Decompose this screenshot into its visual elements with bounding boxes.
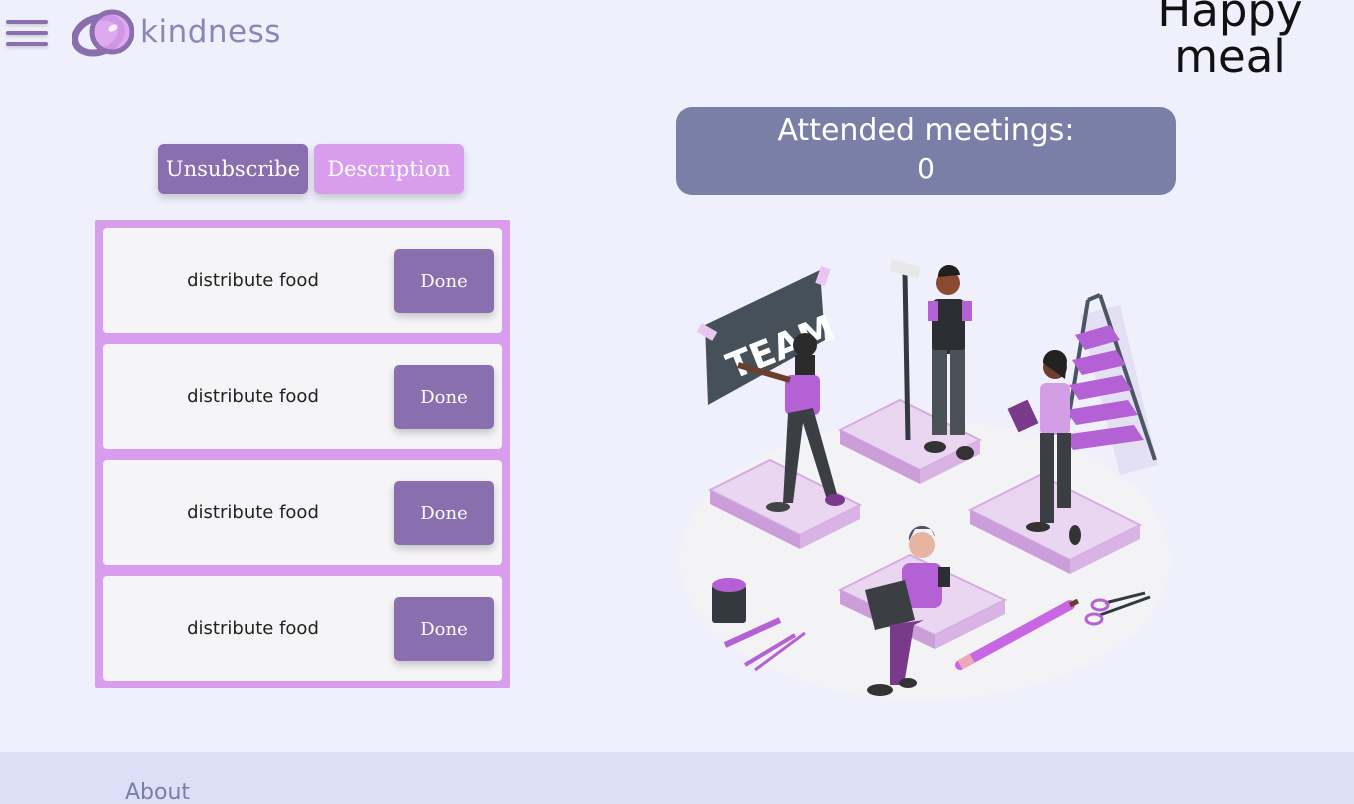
task-text: distribute food xyxy=(187,270,319,291)
attended-meetings-label: Attended meetings: xyxy=(777,113,1075,148)
done-button[interactable]: Done xyxy=(394,249,494,313)
page-title: Happy meal xyxy=(1130,0,1330,80)
action-buttons: Unsubscribe Description xyxy=(158,144,464,194)
done-button[interactable]: Done xyxy=(394,597,494,661)
team-puzzle-illustration: TEAM xyxy=(680,255,1170,705)
task-text: distribute food xyxy=(187,502,319,523)
task-item: distribute food Done xyxy=(103,228,502,333)
brand-name[interactable]: kindness xyxy=(140,14,281,50)
page-title-line1: Happy xyxy=(1157,0,1303,37)
task-list: distribute food Done distribute food Don… xyxy=(95,220,510,688)
attended-meetings-card: Attended meetings: 0 xyxy=(676,107,1176,195)
description-button[interactable]: Description xyxy=(314,144,464,194)
task-item: distribute food Done xyxy=(103,576,502,681)
attended-meetings-count: 0 xyxy=(917,152,935,185)
task-text: distribute food xyxy=(187,618,319,639)
paint-bucket-icon xyxy=(712,578,746,623)
task-item: distribute food Done xyxy=(103,460,502,565)
about-link[interactable]: About xyxy=(125,780,190,804)
task-text: distribute food xyxy=(187,386,319,407)
page-title-line2: meal xyxy=(1174,30,1286,83)
hamburger-menu-icon[interactable] xyxy=(6,20,48,50)
done-button[interactable]: Done xyxy=(394,365,494,429)
done-button[interactable]: Done xyxy=(394,481,494,545)
task-item: distribute food Done xyxy=(103,344,502,449)
kindness-logo-icon xyxy=(71,6,135,60)
footer: About xyxy=(0,752,1354,804)
unsubscribe-button[interactable]: Unsubscribe xyxy=(158,144,308,194)
